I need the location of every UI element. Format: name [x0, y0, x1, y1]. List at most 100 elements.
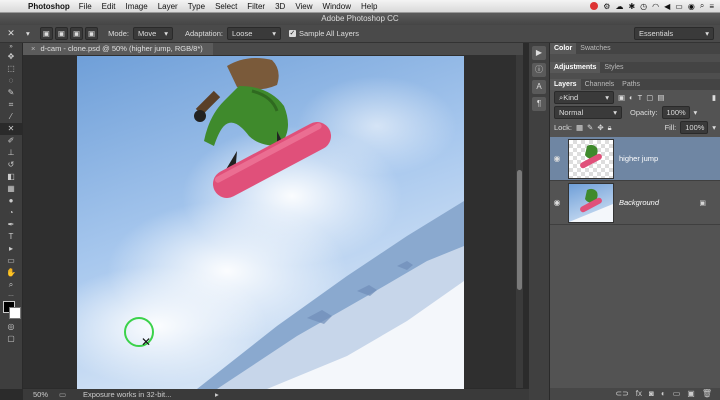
- menu-select[interactable]: Select: [215, 2, 237, 11]
- menu-edit[interactable]: Edit: [102, 2, 116, 11]
- menu-window[interactable]: Window: [323, 2, 351, 11]
- blur-tool-icon[interactable]: ●: [0, 195, 22, 207]
- layer-name[interactable]: Background: [619, 198, 659, 207]
- tab-adjustments[interactable]: Adjustments: [550, 62, 601, 73]
- clone-stamp-tool-icon[interactable]: ⊥: [0, 147, 22, 159]
- menu-view[interactable]: View: [295, 2, 312, 11]
- tab-layers[interactable]: Layers: [550, 79, 581, 90]
- link-layers-icon[interactable]: ⊂⊃: [615, 388, 628, 400]
- chevron-down-icon[interactable]: ▾: [694, 108, 698, 117]
- battery-icon[interactable]: ▭: [675, 2, 683, 11]
- lock-pixels-icon[interactable]: ✎: [587, 123, 593, 132]
- menu-layer[interactable]: Layer: [158, 2, 178, 11]
- status-arrow-icon[interactable]: ▸: [215, 389, 219, 400]
- zoom-level[interactable]: 50%: [33, 389, 48, 400]
- subtract-selection-icon[interactable]: ▣: [69, 27, 84, 40]
- time-machine-icon[interactable]: ◷: [640, 2, 647, 11]
- opacity-input[interactable]: 100%: [661, 106, 690, 119]
- lock-transparency-icon[interactable]: ▦: [576, 123, 583, 132]
- filter-toggle-icon[interactable]: ▮: [712, 93, 716, 102]
- app-menu[interactable]: Photoshop: [28, 2, 70, 11]
- properties-panel-icon[interactable]: ⓘ: [532, 63, 546, 77]
- user-icon[interactable]: ◉: [688, 2, 695, 11]
- eyedropper-tool-icon[interactable]: ⁄: [0, 111, 22, 123]
- new-selection-icon[interactable]: ▣: [39, 27, 53, 40]
- screen-mode-icon[interactable]: ▢: [0, 333, 22, 345]
- smart-object-filter-icon[interactable]: ▤: [657, 93, 664, 102]
- add-mask-icon[interactable]: ◙: [649, 388, 654, 400]
- dodge-tool-icon[interactable]: ◔: [0, 207, 22, 219]
- spotlight-icon[interactable]: ⌕: [700, 1, 704, 11]
- menu-type[interactable]: Type: [188, 2, 205, 11]
- tab-styles[interactable]: Styles: [600, 62, 627, 73]
- record-icon[interactable]: [590, 2, 599, 10]
- menu-3d[interactable]: 3D: [275, 2, 285, 11]
- cloud-icon[interactable]: ☁: [615, 2, 623, 11]
- type-filter-icon[interactable]: T: [638, 93, 643, 102]
- quick-mask-icon[interactable]: ◎: [0, 321, 22, 333]
- trash-icon[interactable]: 🗑︎: [702, 388, 712, 400]
- history-panel-icon[interactable]: ▶: [532, 46, 546, 60]
- visibility-eye-icon[interactable]: ◉: [550, 198, 564, 207]
- more-tools-icon[interactable]: …: [0, 291, 22, 299]
- hand-tool-icon[interactable]: ✋: [0, 267, 22, 279]
- tab-paths[interactable]: Paths: [618, 79, 644, 90]
- history-brush-tool-icon[interactable]: ↺: [0, 159, 22, 171]
- pixel-filter-icon[interactable]: ▣: [618, 93, 625, 102]
- quick-select-tool-icon[interactable]: ✎: [0, 87, 22, 99]
- document-tab[interactable]: × d-cam - clone.psd @ 50% (higher jump, …: [23, 43, 213, 55]
- lasso-tool-icon[interactable]: ◌: [0, 75, 22, 87]
- content-aware-move-icon[interactable]: ✕: [0, 28, 22, 39]
- crop-tool-icon[interactable]: ⌗: [0, 99, 22, 111]
- sample-all-layers-checkbox[interactable]: ✓ Sample All Layers: [288, 29, 359, 38]
- new-group-icon[interactable]: ▭: [673, 388, 681, 400]
- pen-tool-icon[interactable]: ✒: [0, 219, 22, 231]
- kind-filter-dropdown[interactable]: ⌕Kind ▾: [554, 91, 614, 104]
- status-sheet-icon[interactable]: ▭: [59, 389, 66, 400]
- chevron-down-icon[interactable]: ▾: [712, 123, 716, 132]
- blend-mode-dropdown[interactable]: Normal ▾: [554, 106, 622, 119]
- path-select-tool-icon[interactable]: ▸: [0, 243, 22, 255]
- tab-color[interactable]: Color: [550, 43, 577, 54]
- adaptation-dropdown[interactable]: Loose ▾: [226, 27, 281, 40]
- menu-help[interactable]: Help: [361, 2, 377, 11]
- menu-image[interactable]: Image: [125, 2, 147, 11]
- gear-icon[interactable]: ⚙: [603, 2, 610, 11]
- workspace-dropdown[interactable]: Essentials ▾: [634, 27, 714, 40]
- mode-dropdown[interactable]: Move ▾: [133, 27, 173, 40]
- list-icon[interactable]: ≡: [709, 2, 714, 11]
- layer-row-background[interactable]: ◉ Background ▣: [550, 181, 720, 225]
- zoom-tool-icon[interactable]: ⌕: [0, 279, 22, 291]
- shape-filter-icon[interactable]: ▢: [646, 93, 653, 102]
- snowboard-photo[interactable]: ✕: [77, 56, 464, 389]
- layer-name[interactable]: higher jump: [619, 154, 658, 163]
- brush-tool-icon[interactable]: ✐: [0, 135, 22, 147]
- scroll-thumb[interactable]: [517, 170, 522, 290]
- tab-channels[interactable]: Channels: [581, 79, 619, 90]
- bluetooth-icon[interactable]: ✱: [628, 2, 635, 11]
- new-layer-icon[interactable]: ▣: [687, 388, 695, 400]
- collapse-icon[interactable]: »: [0, 43, 22, 51]
- menu-filter[interactable]: Filter: [247, 2, 265, 11]
- lock-position-icon[interactable]: ✥: [597, 123, 603, 132]
- content-aware-move-tool-icon[interactable]: ✕: [0, 123, 22, 135]
- tab-swatches[interactable]: Swatches: [576, 43, 614, 54]
- eraser-tool-icon[interactable]: ◧: [0, 171, 22, 183]
- lock-all-icon[interactable]: 🔒︎: [608, 123, 612, 133]
- volume-icon[interactable]: ◀: [664, 2, 670, 11]
- character-panel-icon[interactable]: A: [532, 80, 546, 94]
- visibility-eye-icon[interactable]: ◉: [550, 154, 564, 163]
- background-color-swatch[interactable]: [9, 307, 21, 319]
- menu-file[interactable]: File: [79, 2, 92, 11]
- move-tool-icon[interactable]: ✥: [0, 51, 22, 63]
- fill-input[interactable]: 100%: [680, 121, 709, 134]
- vertical-scrollbar[interactable]: [516, 55, 523, 388]
- gradient-tool-icon[interactable]: ▦: [0, 183, 22, 195]
- layer-style-icon[interactable]: fx: [636, 388, 642, 400]
- close-icon[interactable]: ×: [31, 44, 35, 53]
- intersect-selection-icon[interactable]: ▣: [85, 27, 99, 40]
- adjustment-layer-icon[interactable]: ◐: [661, 388, 666, 400]
- paragraph-panel-icon[interactable]: ¶: [532, 97, 546, 111]
- tool-preset-dropdown-icon[interactable]: ▾: [26, 29, 30, 38]
- marquee-tool-icon[interactable]: ⬚: [0, 63, 22, 75]
